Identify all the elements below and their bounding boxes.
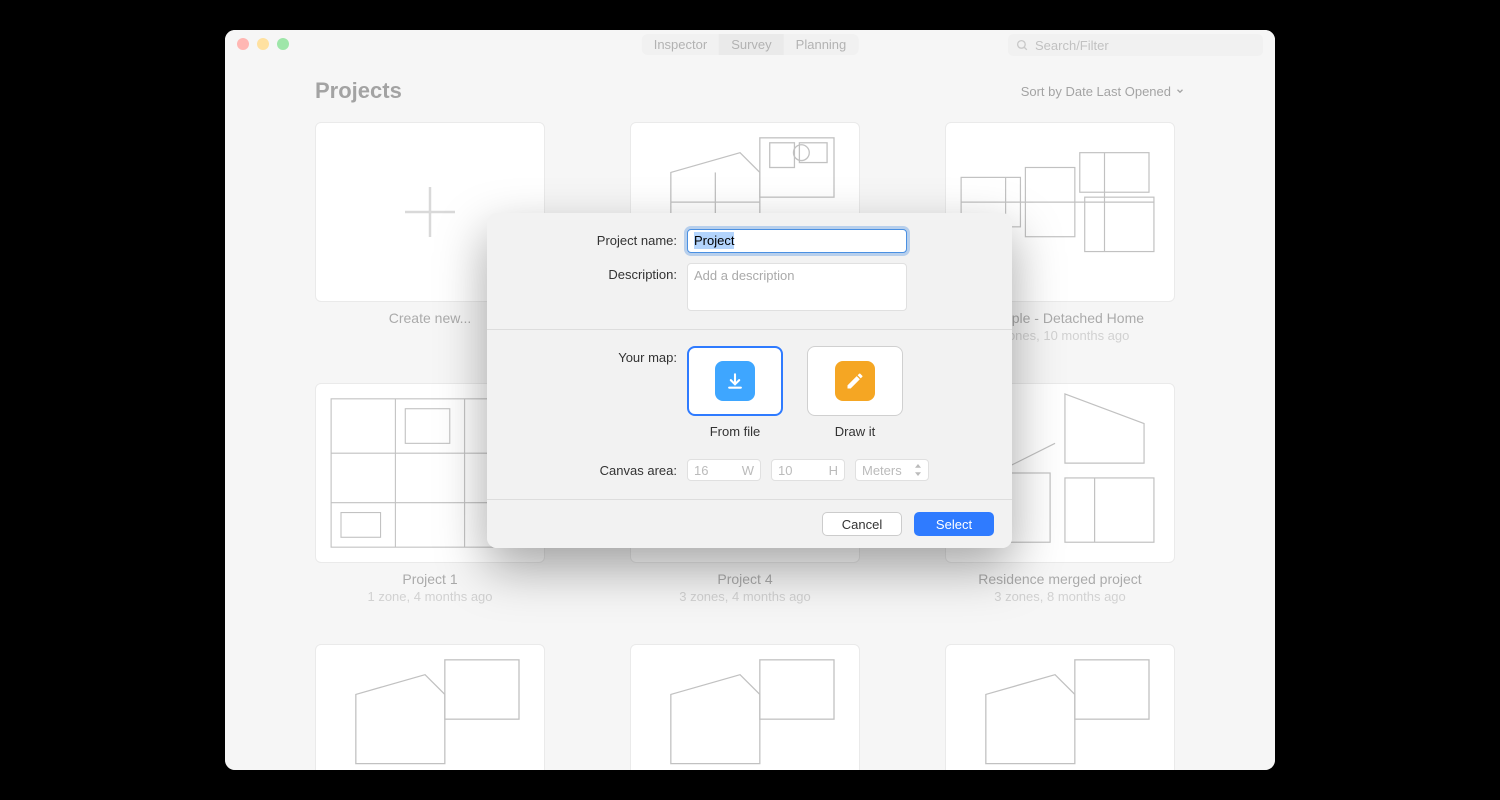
your-map-label: Your map: [507,346,687,365]
download-icon [715,361,755,401]
description-input[interactable]: Add a description [687,263,907,311]
map-from-file-button[interactable] [687,346,783,416]
canvas-height-input[interactable]: 10H [771,459,845,481]
canvas-units-select[interactable]: Meters [855,459,929,481]
project-name-label: Project name: [507,229,687,248]
cancel-button[interactable]: Cancel [822,512,902,536]
description-label: Description: [507,263,687,282]
map-draw-it-button[interactable] [807,346,903,416]
project-name-input[interactable]: Project [687,229,907,253]
from-file-label: From file [687,424,783,439]
select-button[interactable]: Select [914,512,994,536]
canvas-width-input[interactable]: 16W [687,459,761,481]
canvas-area-label: Canvas area: [507,459,687,478]
new-project-dialog: Project name: Project Description: Add a… [487,213,1012,548]
draw-it-label: Draw it [807,424,903,439]
stepper-icon [914,464,922,476]
pencil-icon [835,361,875,401]
